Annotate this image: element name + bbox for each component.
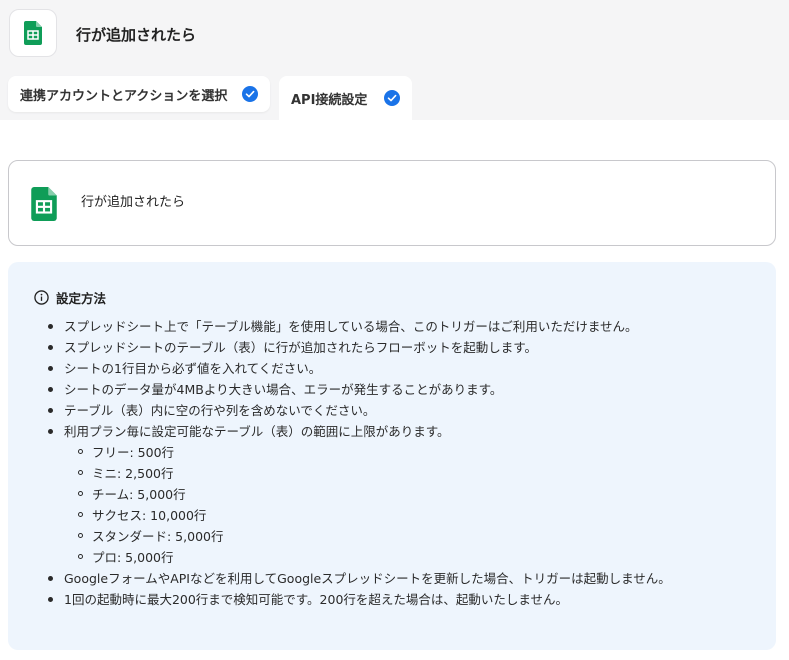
trigger-label: 行が追加されたら <box>81 195 186 210</box>
sub-list-item: サクセス: 10,000行 <box>36 505 671 526</box>
trigger-card[interactable]: 行が追加されたら <box>8 160 776 246</box>
sub-list-item: チーム: 5,000行 <box>36 484 671 505</box>
list-item: テーブル（表）内に空の行や列を含めないでください。 <box>36 400 671 421</box>
check-circle-icon <box>242 86 258 102</box>
list-item: 1回の起動時に最大200行まで検知可能です。200行を超えた場合は、起動いたしま… <box>36 589 671 610</box>
sub-list-item: プロ: 5,000行 <box>36 547 671 568</box>
list-item: スプレッドシートのテーブル（表）に行が追加されたらフローボットを起動します。 <box>36 337 671 358</box>
info-header: 設定方法 <box>34 288 106 307</box>
page-title: 行が追加されたら <box>76 26 197 44</box>
sub-list-item: ミニ: 2,500行 <box>36 463 671 484</box>
tab-account-action[interactable]: 連携アカウントとアクションを選択 <box>8 76 270 112</box>
sub-list-item: スタンダード: 5,000行 <box>36 526 671 547</box>
info-panel: 設定方法 スプレッドシート上で「テーブル機能」を使用している場合、このトリガーは… <box>8 262 776 650</box>
info-list: スプレッドシート上で「テーブル機能」を使用している場合、このトリガーはご利用いた… <box>36 316 671 610</box>
list-item: シートのデータ量が4MBより大きい場合、エラーが発生することがあります。 <box>36 379 671 400</box>
info-circle-icon <box>34 290 49 305</box>
list-item: GoogleフォームやAPIなどを利用してGoogleスプレッドシートを更新した… <box>36 568 671 589</box>
app-icon-container <box>9 9 57 57</box>
list-item: シートの1行目から必ず値を入れてください。 <box>36 358 671 379</box>
tab-api-settings[interactable]: API接続設定 <box>279 76 412 120</box>
google-sheets-icon <box>31 187 57 221</box>
check-circle-icon <box>384 90 400 106</box>
google-sheets-icon <box>24 21 42 45</box>
list-item: スプレッドシート上で「テーブル機能」を使用している場合、このトリガーはご利用いた… <box>36 316 671 337</box>
tab-label: API接続設定 <box>291 92 368 108</box>
info-title: 設定方法 <box>56 291 107 306</box>
sub-list-item: フリー: 500行 <box>36 442 671 463</box>
tab-label: 連携アカウントとアクションを選択 <box>20 88 228 104</box>
list-item: 利用プラン毎に設定可能なテーブル（表）の範囲に上限があります。 <box>36 421 671 442</box>
